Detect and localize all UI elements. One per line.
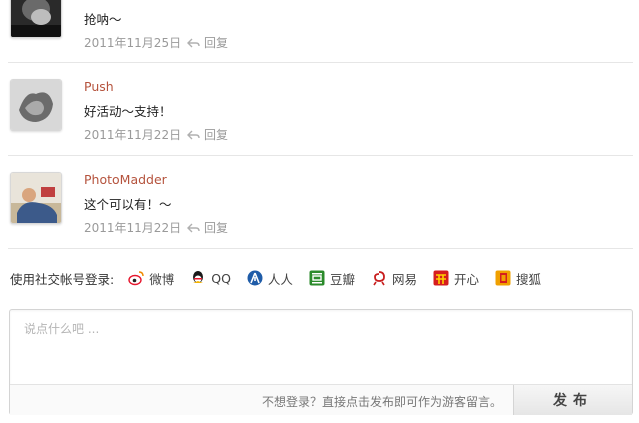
reply-icon (187, 130, 200, 139)
comment-composer: 不想登录？直接点击发布即可作为游客留言。 发布 (9, 309, 633, 415)
netease-label: 网易 (391, 271, 417, 287)
netease-icon (373, 271, 385, 286)
composer-footer: 不想登录？直接点击发布即可作为游客留言。 发布 (10, 384, 632, 415)
comment-date: 2011年11月25日 (84, 36, 182, 50)
reply-icon (187, 223, 200, 232)
kaixin-label: 开心 (453, 271, 479, 287)
divider (8, 155, 633, 156)
reply-link[interactable]: 回复 (187, 126, 228, 143)
comment-text: 这个可以有！～ (84, 197, 172, 212)
comment-date: 2011年11月22日 (84, 221, 182, 235)
renren-icon (247, 270, 263, 286)
comment-date: 2011年11月22日 (84, 128, 182, 142)
guest-hint: 不想登录？直接点击发布即可作为游客留言。 (261, 395, 502, 409)
comment-text: 抢呐～ (84, 12, 122, 27)
weibo-label: 微博 (149, 271, 175, 287)
sohu-login[interactable]: 搜狐 (495, 269, 541, 288)
kaixin-login[interactable]: 开心 (433, 269, 479, 288)
comment-text: 好活动～支持！ (84, 104, 172, 119)
social-login-label: 使用社交帐号登录: (10, 271, 115, 287)
weibo-icon (128, 271, 144, 286)
reply-label: 回复 (204, 36, 229, 50)
netease-login[interactable]: 网易 (371, 269, 417, 288)
submit-button[interactable]: 发布 (513, 385, 632, 415)
qq-login[interactable]: QQ (190, 270, 231, 286)
avatar[interactable] (10, 0, 62, 38)
avatar[interactable] (10, 79, 62, 131)
comment-author[interactable]: Push (84, 79, 114, 94)
renren-login[interactable]: 人人 (247, 269, 293, 288)
kaixin-icon (433, 270, 449, 286)
sohu-label: 搜狐 (515, 271, 541, 287)
avatar[interactable] (10, 172, 62, 224)
douban-login[interactable]: 豆瓣 (309, 269, 355, 288)
reply-label: 回复 (204, 128, 229, 142)
comment-author[interactable]: PhotoMadder (84, 172, 167, 187)
reply-link[interactable]: 回复 (187, 34, 228, 51)
reply-link[interactable]: 回复 (187, 219, 228, 236)
qq-icon (193, 271, 204, 283)
comment-input[interactable] (10, 310, 632, 384)
qq-label: QQ (211, 270, 231, 286)
reply-label: 回复 (204, 221, 229, 235)
reply-icon (187, 38, 200, 47)
social-login-bar: 使用社交帐号登录: 微博 QQ 人人 豆瓣 网易 开心 搜狐 (10, 268, 557, 288)
douban-label: 豆瓣 (329, 271, 355, 287)
weibo-login[interactable]: 微博 (128, 269, 174, 288)
renren-label: 人人 (267, 271, 293, 287)
douban-icon (309, 270, 325, 286)
sohu-icon (495, 270, 511, 286)
divider (8, 248, 633, 249)
divider (8, 62, 633, 63)
